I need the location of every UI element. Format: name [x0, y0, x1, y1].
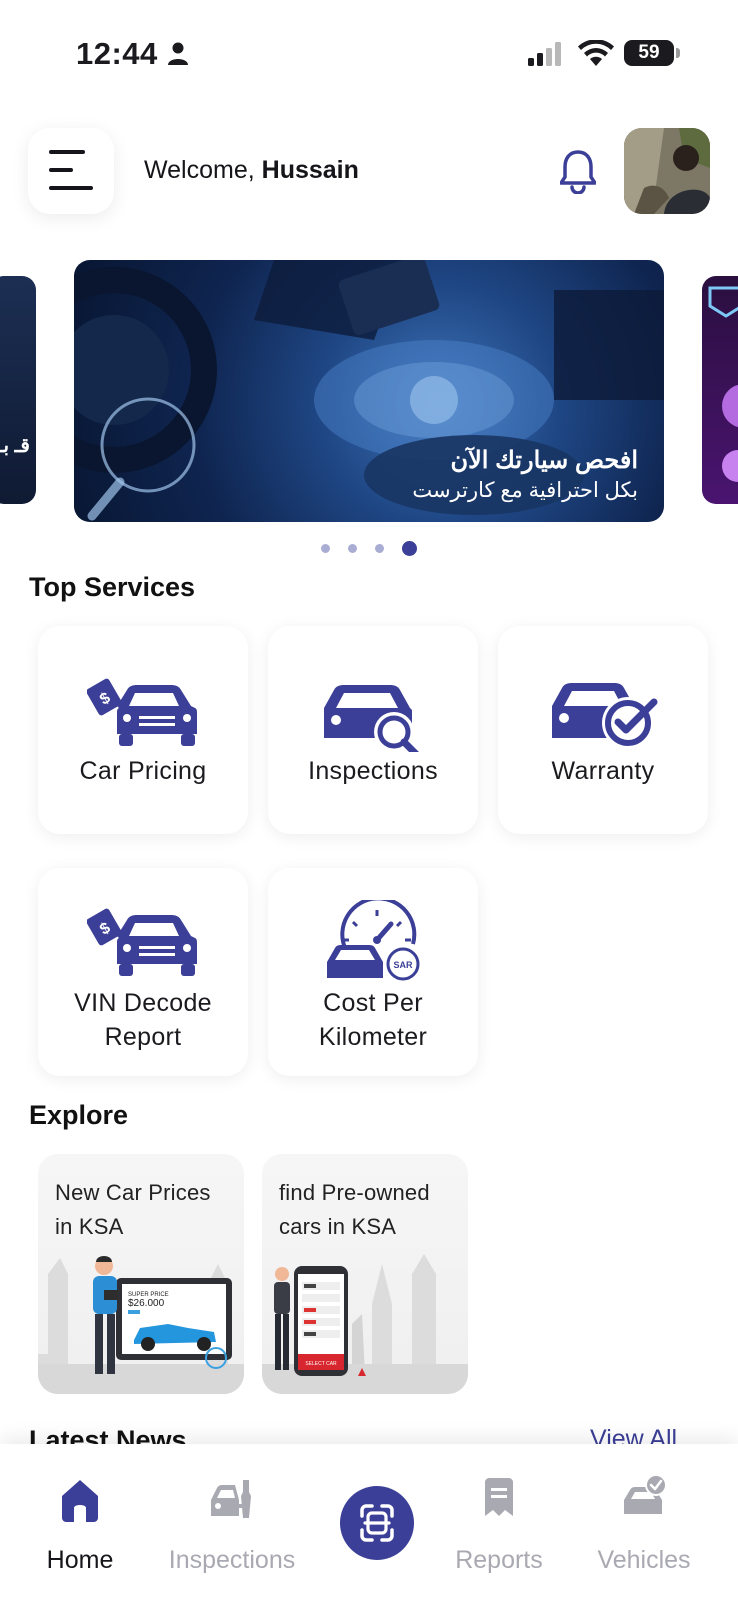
status-bar: 12:44 59: [0, 0, 738, 100]
report-icon: [485, 1478, 513, 1516]
home-icon: [62, 1480, 98, 1522]
service-label: Inspections: [308, 757, 438, 785]
carousel-slide-previous-text: قـ بـ: [0, 435, 30, 457]
service-label-line1: Cost Per: [323, 989, 423, 1017]
pre-owned-cars-illustration: SELECT CAR: [262, 1254, 468, 1394]
nav-label: Inspections: [168, 1546, 296, 1574]
battery-indicator: 59: [624, 40, 674, 66]
service-label-line2: Report: [104, 1023, 182, 1051]
bottom-navigation: Home Inspections Reports Vehicles: [0, 1444, 738, 1600]
illustration-select-car: SELECT CAR: [305, 1361, 337, 1367]
explore-card-new-car-prices[interactable]: New Car Prices in KSA SUPER PRICE $26.00…: [38, 1154, 244, 1394]
bell-icon[interactable]: [560, 148, 596, 194]
explore-card-line1: find Pre-owned: [279, 1180, 430, 1205]
battery-tip: [676, 48, 680, 58]
carousel-banner[interactable]: افحص سيارتك الآن بكل احترافية مع كارترست: [74, 260, 664, 522]
welcome-text: Welcome, Hussain: [144, 156, 359, 185]
illustration-price: $26.000: [128, 1298, 165, 1309]
service-label-line2: Kilometer: [318, 1023, 428, 1051]
carousel-dot[interactable]: [321, 544, 330, 554]
wifi-icon: [578, 40, 614, 66]
top-services-title: Top Services: [29, 572, 196, 602]
explore-card-line2: cars in KSA: [279, 1214, 397, 1239]
carousel-dot[interactable]: [348, 544, 357, 554]
carousel-dot[interactable]: [375, 544, 384, 554]
car-pricing-icon: $: [87, 678, 197, 746]
carousel-slide-next[interactable]: [702, 276, 738, 504]
avatar[interactable]: [624, 128, 710, 214]
service-inspections[interactable]: Inspections: [268, 626, 478, 834]
nav-label: Home: [46, 1546, 114, 1574]
carousel-pagination: [0, 540, 738, 558]
service-label: Warranty: [551, 757, 655, 785]
carousel-dot-active[interactable]: [402, 541, 417, 557]
service-car-pricing[interactable]: $ Car Pricing: [38, 626, 248, 834]
user-name: Hussain: [261, 156, 359, 184]
explore-card-line2: in KSA: [55, 1214, 124, 1239]
scan-icon: [360, 1504, 394, 1542]
service-label: Car Pricing: [79, 757, 207, 785]
cost-per-km-icon: SAR: [327, 900, 420, 981]
welcome-prefix: Welcome,: [144, 156, 262, 184]
new-car-prices-illustration: SUPER PRICE $26.000: [38, 1256, 244, 1394]
carousel-subtitle: بكل احترافية مع كارترست: [412, 479, 638, 502]
nav-label: Reports: [455, 1546, 543, 1574]
menu-icon-line: [49, 168, 73, 172]
inspection-tools-icon: [211, 1480, 251, 1518]
menu-button[interactable]: [28, 128, 114, 214]
explore-card-text: find Pre-owned cars in KSA: [279, 1176, 459, 1244]
nav-label: Vehicles: [597, 1546, 691, 1574]
service-warranty[interactable]: Warranty: [498, 626, 708, 834]
status-time: 12:44: [76, 36, 158, 71]
next-slide-art: [708, 286, 738, 482]
explore-card-line1: New Car Prices: [55, 1180, 211, 1205]
car-warranty-icon: [552, 683, 658, 749]
explore-card-pre-owned-cars[interactable]: find Pre-owned cars in KSA SELECT CAR: [262, 1154, 468, 1394]
carousel-title: افحص سيارتك الآن: [450, 447, 638, 474]
service-cost-per-kilometer[interactable]: SAR Cost Per Kilometer: [268, 868, 478, 1076]
carousel-slide-previous[interactable]: قـ بـ: [0, 276, 36, 504]
scan-button[interactable]: [340, 1486, 414, 1560]
svg-text:SAR: SAR: [393, 960, 413, 970]
service-label-line1: VIN Decode: [74, 989, 212, 1017]
menu-icon-line: [49, 186, 93, 190]
vin-decode-icon: $: [87, 908, 197, 976]
service-vin-decode-report[interactable]: $ VIN Decode Report: [38, 868, 248, 1076]
person-icon: [168, 42, 188, 65]
vehicles-icon: [624, 1474, 666, 1514]
signal-icon: [528, 42, 561, 66]
avatar-photo: [624, 128, 710, 214]
explore-title: Explore: [29, 1100, 129, 1130]
menu-icon-line: [49, 150, 85, 154]
explore-card-text: New Car Prices in KSA: [55, 1176, 235, 1244]
car-inspection-icon: [324, 685, 419, 752]
